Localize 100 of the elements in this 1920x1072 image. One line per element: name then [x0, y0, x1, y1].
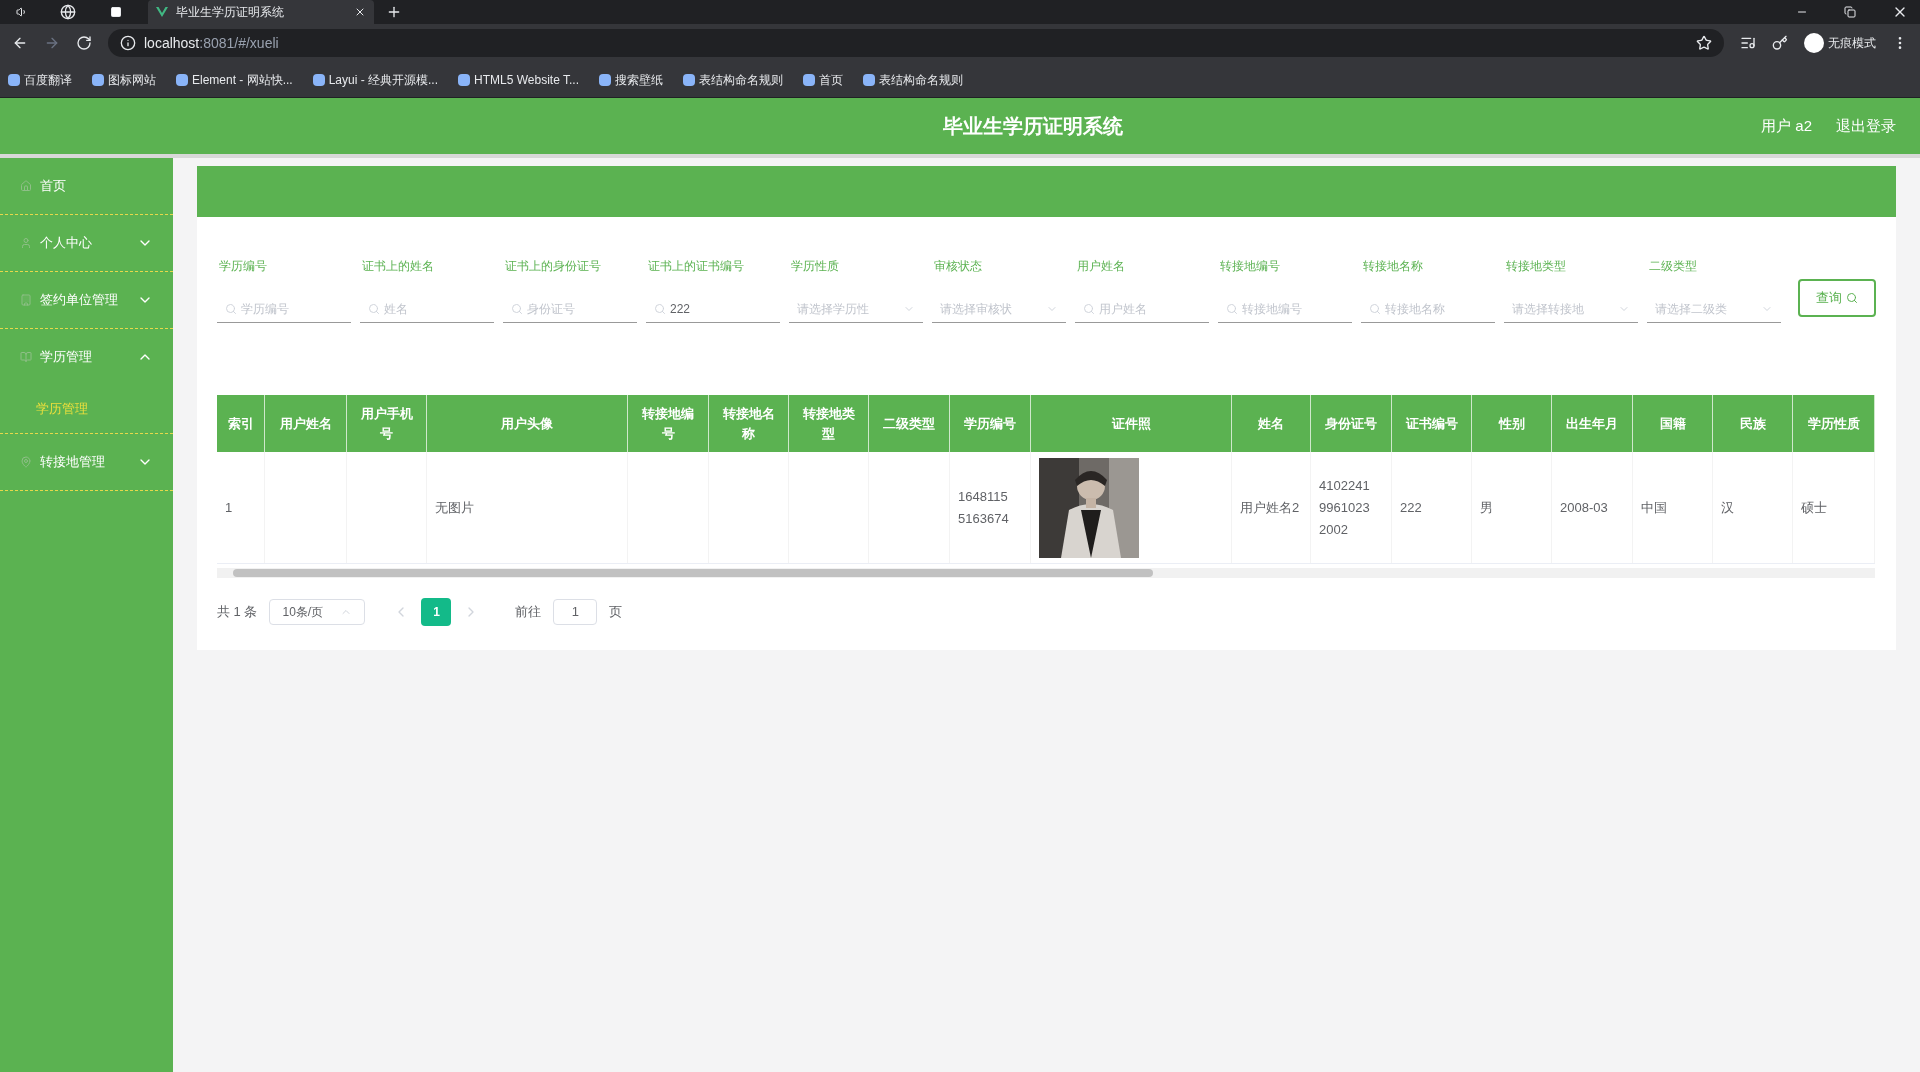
bookmark[interactable]: 图标网站: [92, 70, 156, 89]
filter-label: 用户姓名: [1076, 258, 1126, 275]
sidebar-subitem[interactable]: 学历管理: [0, 385, 173, 433]
goto-suffix: 页: [609, 603, 623, 622]
bookmark[interactable]: Element - 网站快...: [176, 70, 293, 89]
table-cell-text: 汉: [1721, 498, 1734, 517]
speaker-icon[interactable]: [16, 6, 28, 18]
table-cell-text: 1: [225, 498, 233, 517]
column-header: 出生年月: [1552, 395, 1633, 452]
table-cell-text: 4102241 9961023 2002: [1319, 476, 1371, 539]
input-field[interactable]: 转接地名称: [1361, 295, 1495, 323]
table-cell-text: 222: [1400, 498, 1422, 517]
search-icon: [654, 302, 666, 315]
logout-link[interactable]: 退出登录: [1836, 114, 1896, 138]
goto-field[interactable]: 1: [553, 599, 598, 625]
select-field[interactable]: 请选择学历性: [789, 295, 923, 323]
column-header: 索引: [217, 395, 265, 452]
input-field[interactable]: 222: [646, 295, 780, 323]
browser-tab[interactable]: 毕业生学历证明系统: [148, 0, 374, 24]
column-header: 用户头像: [427, 395, 628, 452]
search-button[interactable]: 查询: [1798, 279, 1876, 317]
menu-item-icon: [20, 237, 32, 249]
bookmark[interactable]: 表结构命名规则: [863, 70, 963, 89]
goto-label: 前往: [515, 603, 542, 622]
bookmark[interactable]: HTML5 Website T...: [458, 70, 579, 89]
back-icon[interactable]: [12, 35, 28, 51]
filter-label: 学历编号: [218, 258, 268, 275]
address-bar[interactable]: localhost:8081/#/xueli: [108, 29, 1724, 57]
search-icon: [1226, 302, 1238, 315]
search-icon: [368, 302, 380, 315]
column-header: 姓名: [1232, 395, 1311, 452]
select-field[interactable]: 请选择审核状: [932, 295, 1066, 323]
bookmark[interactable]: 百度翻译: [8, 70, 72, 89]
input-field[interactable]: 用户姓名: [1075, 295, 1209, 323]
bookmark[interactable]: Layui - 经典开源模...: [312, 70, 439, 89]
window-icon[interactable]: [108, 6, 124, 18]
search-icon: [511, 302, 523, 315]
column-header: 身份证号: [1311, 395, 1392, 452]
search-icon: [1846, 292, 1858, 304]
column-header: 用户姓名: [265, 395, 347, 452]
filter-label: 转接地编号: [1219, 258, 1281, 275]
column-header: 转接地类型: [789, 395, 869, 452]
search-icon: [1083, 302, 1095, 315]
key-icon[interactable]: [1772, 35, 1788, 51]
horizontal-scrollbar[interactable]: [217, 568, 1875, 578]
menu-item-icon: [20, 351, 32, 363]
bookmark[interactable]: 表结构命名规则: [683, 70, 783, 89]
column-header: 二级类型: [869, 395, 950, 452]
table-cell-text: 男: [1480, 498, 1493, 517]
page-size-select[interactable]: 10条/页: [269, 599, 366, 625]
incognito-button[interactable]: 无痕模式: [1804, 33, 1876, 53]
playlist-icon[interactable]: [1740, 35, 1756, 51]
info-icon: [120, 35, 136, 51]
menu-item-icon: [20, 456, 32, 468]
forward-icon[interactable]: [44, 35, 60, 51]
new-tab-icon[interactable]: [386, 4, 402, 20]
column-header: 转接地编号: [628, 395, 709, 452]
column-header: 转接地名称: [709, 395, 789, 452]
sidebar-item[interactable]: 签约单位管理: [0, 272, 173, 328]
column-header: 证件照: [1031, 395, 1232, 452]
reload-icon[interactable]: [76, 35, 92, 51]
search-icon: [225, 302, 237, 315]
table-cell-text: 1648115 5163674: [958, 487, 1010, 528]
user-name: 用户 a2: [1761, 115, 1812, 136]
filter-label: 转接地名称: [1362, 258, 1424, 275]
menu-item-icon: [20, 180, 32, 192]
filter-label: 证书上的证书编号: [647, 258, 745, 275]
restore-icon[interactable]: [1844, 6, 1856, 18]
column-header: 国籍: [1633, 395, 1713, 452]
menu-item-icon: [20, 294, 32, 306]
search-icon: [1369, 302, 1381, 315]
bookmark[interactable]: 首页: [803, 70, 843, 89]
bookmark[interactable]: 搜索壁纸: [599, 70, 663, 89]
input-field[interactable]: 身份证号: [503, 295, 637, 323]
column-header: 证书编号: [1392, 395, 1472, 452]
page-button[interactable]: 1: [421, 598, 452, 626]
filter-label: 审核状态: [933, 258, 983, 275]
total-count: 共 1 条: [217, 603, 258, 622]
filter-label: 学历性质: [790, 258, 840, 275]
column-header: 民族: [1713, 395, 1793, 452]
select-field[interactable]: 请选择转接地: [1504, 295, 1638, 323]
input-field[interactable]: 姓名: [360, 295, 494, 323]
column-header: 用户手机号: [347, 395, 427, 452]
filter-label: 二级类型: [1648, 258, 1698, 275]
sidebar-item[interactable]: 个人中心: [0, 215, 173, 271]
sidebar-item[interactable]: 学历管理: [0, 329, 173, 385]
sidebar-item[interactable]: 转接地管理: [0, 434, 173, 490]
star-icon[interactable]: [1696, 35, 1712, 51]
table-cell-text: 用户姓名2: [1240, 498, 1300, 517]
column-header: 学历性质: [1793, 395, 1875, 452]
app-title: 毕业生学历证明系统: [942, 114, 1123, 139]
filter-label: 证书上的姓名: [361, 258, 435, 275]
globe-icon[interactable]: [60, 4, 76, 20]
table-cell-text: 无图片: [435, 498, 474, 517]
close-tab-icon[interactable]: [354, 6, 366, 18]
column-header: 学历编号: [950, 395, 1031, 452]
table-cell-text: 硕士: [1801, 498, 1827, 517]
logo-icon: [156, 6, 168, 18]
sidebar-item[interactable]: 首页: [0, 158, 173, 214]
filter-label: 转接地类型: [1505, 258, 1567, 275]
